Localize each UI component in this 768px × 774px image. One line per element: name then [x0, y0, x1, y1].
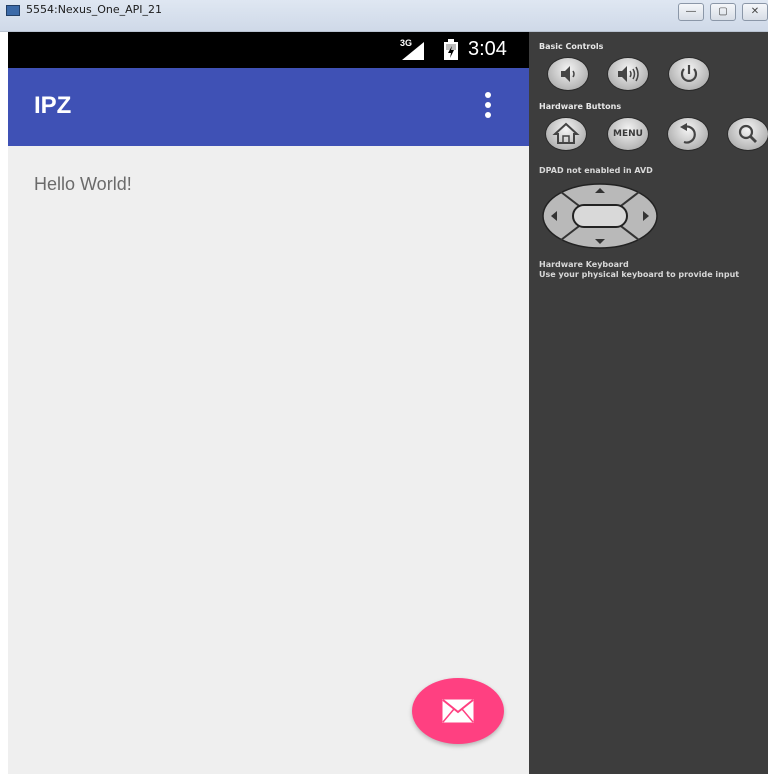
battery-icon [444, 39, 458, 60]
power-icon [680, 65, 698, 82]
window-titlebar: 5554:Nexus_One_API_21 — ▢ ✕ [0, 0, 768, 32]
app-toolbar: IPZ [8, 68, 529, 146]
window-title: 5554:Nexus_One_API_21 [26, 3, 163, 16]
minimize-button[interactable]: — [678, 3, 704, 21]
hardware-keyboard-label: Hardware Keyboard [539, 260, 629, 269]
home-icon [552, 122, 580, 144]
hardware-buttons-label: Hardware Buttons [539, 102, 622, 111]
status-clock: 3:04 [468, 38, 507, 60]
dpad-control[interactable] [541, 182, 659, 250]
hardware-keyboard-hint: Use your physical keyboard to provide in… [539, 270, 740, 279]
dpad-status-label: DPAD not enabled in AVD [539, 166, 653, 175]
volume-down-button[interactable] [547, 57, 589, 91]
volume-up-button[interactable] [607, 57, 649, 91]
signal-icon [402, 42, 424, 60]
email-icon [442, 699, 474, 723]
power-button[interactable] [668, 57, 710, 91]
home-button[interactable] [545, 117, 587, 151]
status-bar: 3G 3:04 [8, 32, 529, 68]
overflow-menu-icon[interactable] [480, 90, 496, 120]
back-button[interactable] [667, 117, 709, 151]
back-icon [680, 123, 696, 144]
app-title: IPZ [34, 92, 72, 119]
hello-text: Hello World! [34, 174, 132, 194]
search-button[interactable] [727, 117, 768, 151]
volume-up-icon [618, 66, 639, 82]
emulator-window-icon [6, 5, 20, 16]
email-fab-button[interactable] [412, 678, 504, 744]
menu-button-label: MENU [613, 129, 643, 139]
volume-down-icon [561, 66, 575, 82]
maximize-button[interactable]: ▢ [710, 3, 736, 21]
close-button[interactable]: ✕ [742, 3, 768, 21]
basic-controls-label: Basic Controls [539, 42, 604, 51]
search-icon [738, 124, 757, 143]
emulator-controls-panel: Basic Controls Hardware Buttons MENU DPA… [529, 32, 768, 774]
device-screen[interactable]: 3G 3:04 IPZ Hello World! [8, 32, 529, 774]
menu-button[interactable]: MENU [607, 117, 649, 151]
